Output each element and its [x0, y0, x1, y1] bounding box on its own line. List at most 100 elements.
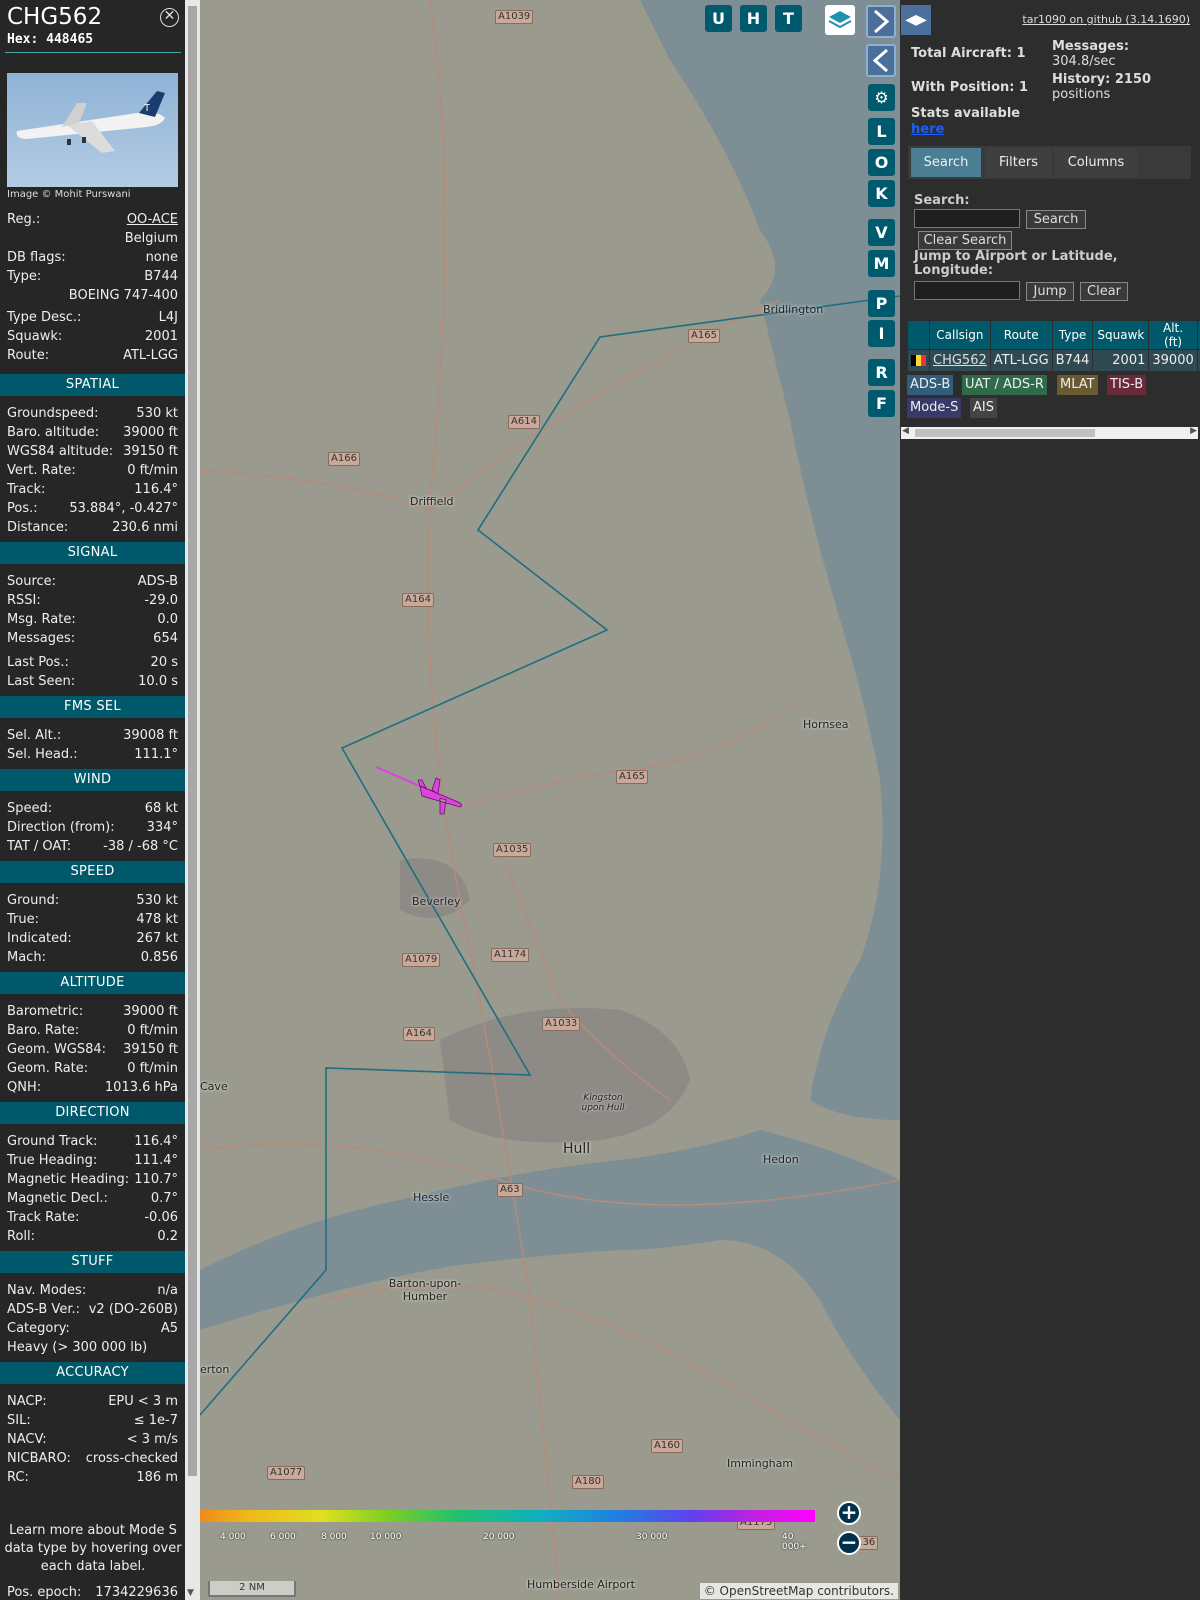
table-horizontal-scrollbar[interactable]: ◀ ▶ [901, 426, 1198, 439]
info-row-2: DB flags: none [7, 250, 178, 268]
section-1-row-2-label: Msg. Rate: [7, 612, 76, 627]
section-0-row-3: Vert. Rate: 0 ft/min [7, 463, 178, 481]
map-button-v[interactable]: V [868, 219, 895, 246]
section-1-row-4-label: Last Pos.: [7, 655, 69, 670]
scroll-down-icon[interactable]: ▼ [187, 1588, 194, 1598]
place-label: erton [200, 1363, 230, 1376]
tab-bar: Search Filters Columns [908, 146, 1191, 179]
h-button[interactable]: H [740, 5, 767, 32]
section-0-row-4-value: 116.4° [134, 482, 178, 497]
layers-icon[interactable] [825, 5, 855, 35]
section-6-row-5: Roll: 0.2 [7, 1229, 178, 1247]
section-6-row-1-label: True Heading: [7, 1153, 98, 1168]
search-input[interactable] [914, 209, 1020, 228]
col-route[interactable]: Route [990, 321, 1052, 349]
jump-button[interactable]: Jump [1026, 282, 1074, 301]
info-row-6-value: 2001 [144, 329, 178, 344]
next-icon[interactable] [866, 5, 896, 38]
scroll-left-icon[interactable]: ◀ [902, 426, 909, 436]
with-position-text: With Position: 1 [911, 80, 1029, 95]
info-row-0-value[interactable]: OO-ACE [127, 212, 178, 230]
messages-label: Messages: [1052, 39, 1130, 54]
previous-icon[interactable] [866, 44, 896, 77]
search-button[interactable]: Search [1026, 210, 1086, 229]
section-3-row-1-label: Direction (from): [7, 820, 115, 835]
section-2-row-1: Sel. Head.: 111.1° [7, 747, 178, 765]
section-0-row-0-value: 530 kt [136, 406, 178, 421]
stats-link[interactable]: here [911, 122, 944, 137]
section-1-row-3-label: Messages: [7, 631, 76, 646]
section-speed: SPEED [0, 861, 185, 883]
clear-search-button[interactable]: Clear Search [918, 231, 1012, 250]
github-link[interactable]: tar1090 on github (3.14.1690) [1022, 13, 1190, 26]
tab-columns[interactable]: Columns [1055, 148, 1137, 177]
clear-button[interactable]: Clear [1080, 282, 1128, 301]
section-0-row-3-value: 0 ft/min [127, 463, 178, 478]
t-button[interactable]: T [775, 5, 802, 32]
section-accuracy: ACCURACY [0, 1362, 185, 1384]
left-panel-scrollbar[interactable]: ▼ [185, 0, 200, 1600]
map-button-p[interactable]: P [868, 290, 895, 317]
section-direction: DIRECTION [0, 1102, 185, 1124]
map-button-f[interactable]: F [868, 390, 895, 417]
map-button-k[interactable]: K [868, 180, 895, 207]
col-squawk[interactable]: Squawk [1093, 321, 1149, 349]
section-7-row-2-label: Category: [7, 1321, 70, 1336]
section-1-row-1: RSSI: -29.0 [7, 593, 178, 611]
map-view[interactable]: Bridlington Driffield Hornsea Beverley Hull H… [200, 0, 900, 1600]
section-7-row-2: Category: A5 [7, 1321, 178, 1339]
section-spatial: SPATIAL [0, 374, 185, 396]
map-button-i[interactable]: I [868, 320, 895, 347]
map-button-r[interactable]: R [868, 359, 895, 386]
zoom-out-icon[interactable]: − [837, 1531, 861, 1555]
scroll-right-icon[interactable]: ▶ [1190, 426, 1197, 436]
map-button-m[interactable]: M [868, 250, 895, 277]
search-label: Search: [914, 193, 970, 208]
info-row-5-label: Type Desc.: [7, 310, 82, 325]
section-0-row-1-label: Baro. altitude: [7, 425, 100, 440]
info-row-7: Route: ATL-LGG [7, 348, 178, 366]
info-row-1: Belgium [7, 231, 178, 249]
altitude-legend-label: 6 000 [270, 1532, 296, 1542]
jump-input[interactable] [914, 281, 1020, 300]
close-icon[interactable]: ✕ [160, 8, 179, 27]
tab-search[interactable]: Search [911, 148, 981, 177]
section-1-row-0: Source: ADS-B [7, 574, 178, 592]
section-1-row-3-value: 654 [153, 631, 178, 646]
table-row[interactable]: CHG562 ATL-LGG B744 2001 39000 [908, 350, 1200, 371]
map-button-o[interactable]: O [868, 149, 895, 176]
section-8-row-0-value: EPU < 3 m [108, 1394, 178, 1409]
info-row-2-value: none [145, 250, 178, 265]
section-1-row-4: Last Pos.: 20 s [7, 655, 178, 673]
settings-gear-icon[interactable]: ⚙ [868, 84, 895, 111]
road-label: A164 [403, 1027, 435, 1041]
section-3-row-2-value: -38 / -68 °C [103, 839, 178, 854]
section-4-row-0-value: 530 kt [136, 893, 178, 908]
section-5-row-4-value: 1013.6 hPa [104, 1080, 178, 1095]
u-button[interactable]: U [705, 5, 732, 32]
section-3-row-1: Direction (from): 334° [7, 820, 178, 838]
section-0-row-5: Pos.: 53.884°, -0.427° [7, 501, 178, 519]
aircraft-icon[interactable] [418, 776, 464, 816]
map-button-l[interactable]: L [868, 118, 895, 145]
map-canvas[interactable] [200, 0, 900, 1600]
hex-code: Hex: 448465 [7, 32, 94, 47]
col-callsign[interactable]: Callsign [930, 321, 990, 349]
col-type[interactable]: Type [1052, 321, 1093, 349]
col-flag[interactable] [908, 321, 929, 349]
toggle-sidebar-icon[interactable]: ◀▶ [901, 5, 931, 35]
scrollbar-thumb[interactable] [188, 6, 197, 1476]
hscroll-thumb[interactable] [915, 429, 1095, 437]
list-empty-area [900, 439, 1200, 1600]
row-callsign[interactable]: CHG562 [933, 353, 987, 368]
aircraft-photo[interactable]: T [7, 73, 178, 187]
road-label: A1079 [402, 953, 441, 967]
col-altitude[interactable]: Alt. (ft) [1149, 321, 1197, 349]
section-8-row-4: RC: 186 m [7, 1470, 178, 1488]
osm-attribution[interactable]: © OpenStreetMap contributors. [699, 1583, 898, 1599]
history-value: positions [1052, 87, 1111, 102]
section-0-row-2-label: WGS84 altitude: [7, 444, 114, 459]
zoom-in-icon[interactable]: + [837, 1501, 861, 1525]
section-0-row-2: WGS84 altitude: 39150 ft [7, 444, 178, 462]
tab-filters[interactable]: Filters [986, 148, 1051, 177]
